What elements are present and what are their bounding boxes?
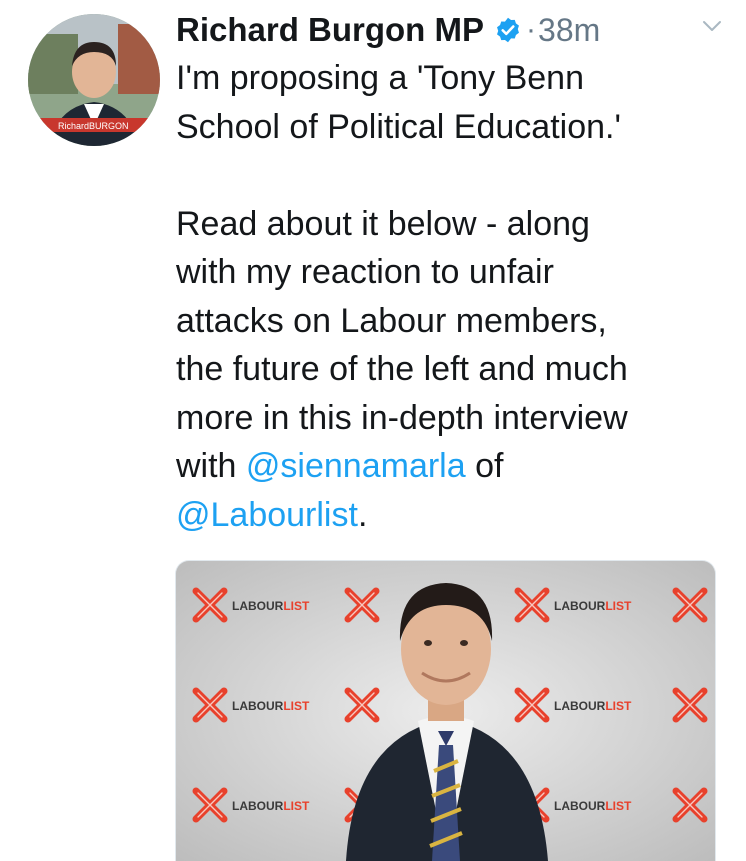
tweet-text: I'm proposing a 'Tony Benn School of Pol… (176, 54, 721, 539)
tweet-line: attacks on Labour members, (176, 301, 607, 340)
link-card-image[interactable]: LABOURLIST LABOURLIST LABOURLIST LABOURLIST… (175, 560, 716, 861)
tweet-line: more in this in-depth interview (176, 398, 628, 437)
labourlist-wordmark: LABOURLIST (554, 799, 632, 813)
tweet-line: I'm proposing a 'Tony Benn (176, 59, 584, 97)
tweet-timestamp[interactable]: 38m (538, 12, 600, 49)
labourlist-wordmark: LABOURLIST (554, 599, 632, 613)
tweet-text-fragment: of (465, 447, 504, 485)
mention-link-labourlist[interactable]: @Labourlist (176, 496, 358, 534)
tweet-line: @Labourlist. (176, 491, 721, 540)
labourlist-wordmark: LABOURLIST (232, 599, 310, 613)
card-backdrop: LABOURLIST LABOURLIST LABOURLIST LABOURLIST… (176, 561, 715, 861)
mention-link-siennamarla[interactable]: @siennamarla (246, 447, 466, 485)
author-name[interactable]: Richard Burgon MP (176, 11, 484, 49)
time-separator: · (526, 13, 537, 46)
tweet-line: Read about it below - along (176, 204, 590, 243)
avatar-banner-text: RichardBURGON (58, 121, 129, 131)
tweet-line: the future of the left and much (176, 350, 628, 388)
avatar-image: RichardBURGON (28, 14, 160, 146)
avatar[interactable]: RichardBURGON (28, 14, 160, 146)
tweet-text-fragment: with (176, 447, 246, 485)
verified-badge-icon (497, 17, 519, 43)
labourlist-wordmark: LABOURLIST (232, 699, 310, 713)
labourlist-wordmark: LABOURLIST (232, 799, 310, 813)
tweet-line: with @siennamarla of (176, 442, 721, 491)
tweet-text-fragment: . (357, 495, 368, 534)
tweet-header: Richard Burgon MP · 38m (176, 6, 736, 54)
tweet-line: with my reaction to unfair (176, 253, 554, 291)
chevron-down-icon[interactable] (700, 14, 724, 38)
tweet-line: School of Political Education.' (176, 107, 621, 146)
labourlist-wordmark: LABOURLIST (554, 699, 632, 713)
